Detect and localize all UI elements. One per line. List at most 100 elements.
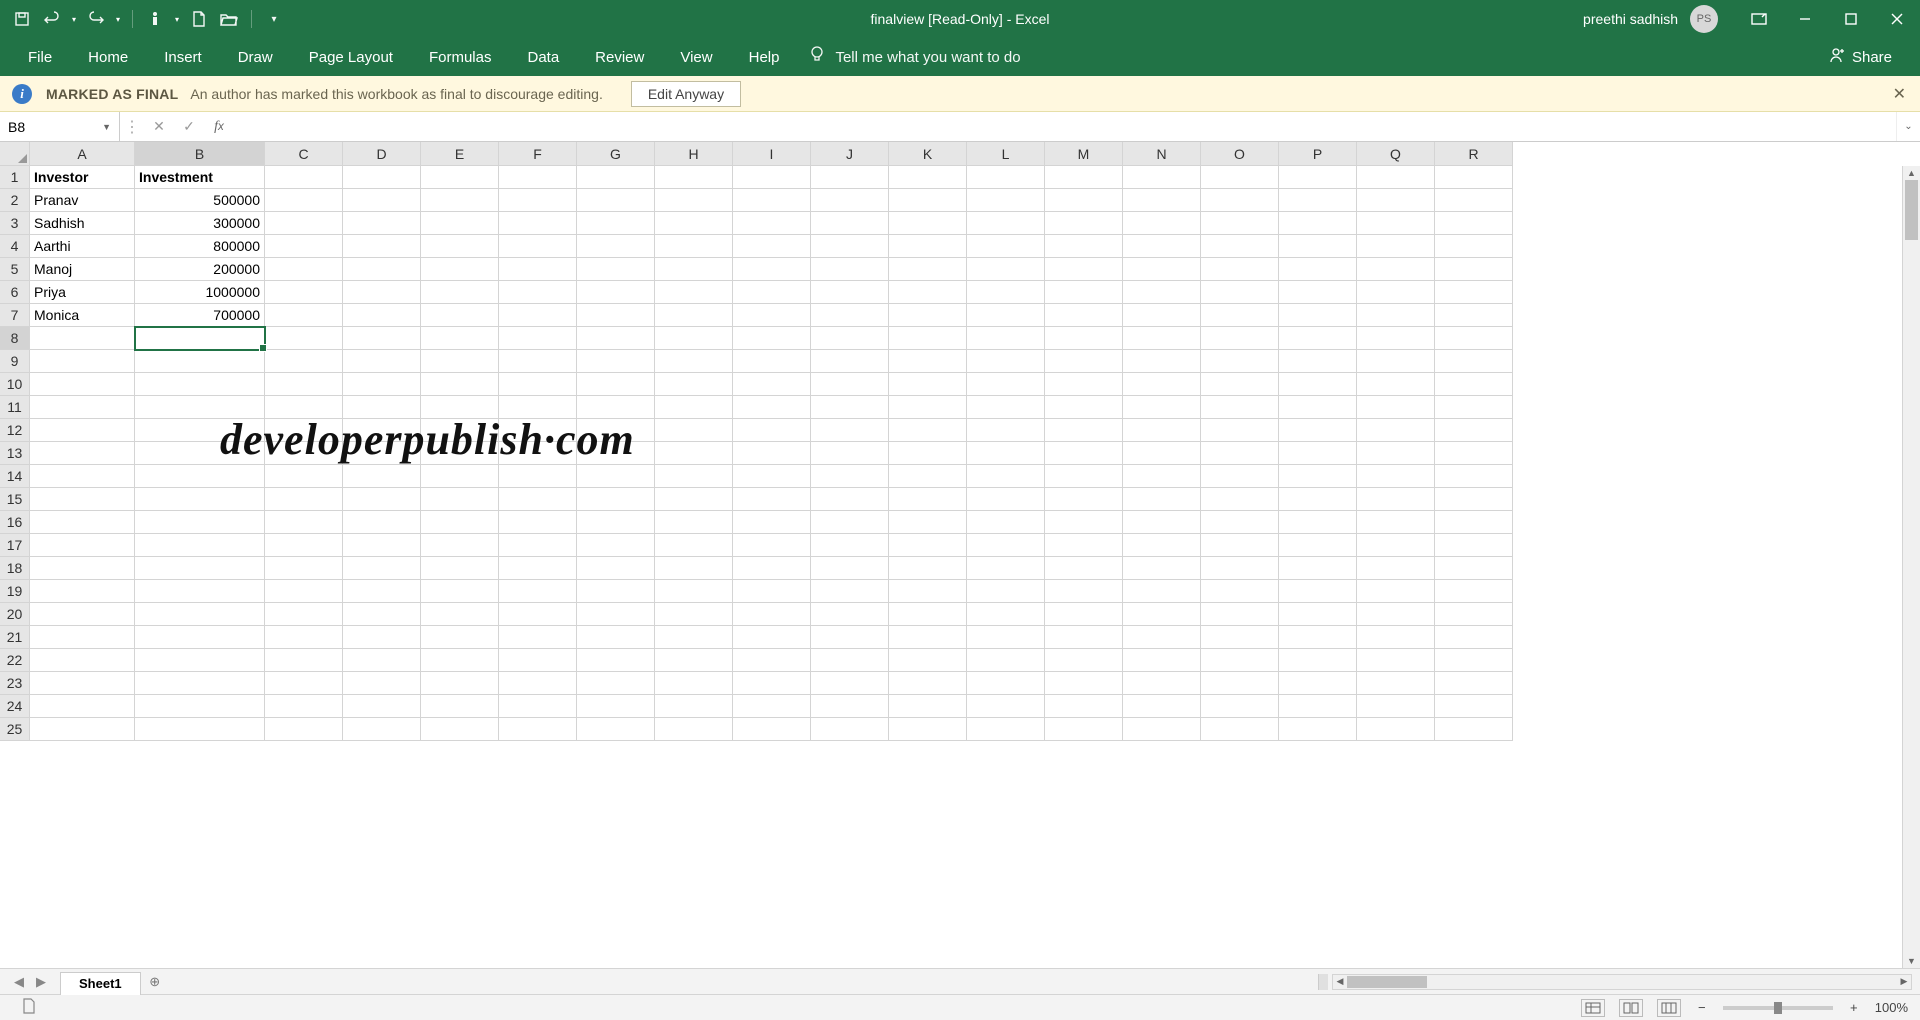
cell-I18[interactable] — [733, 557, 811, 580]
cell-A21[interactable] — [30, 626, 135, 649]
cell-A13[interactable] — [30, 442, 135, 465]
sheet-tab-active[interactable]: Sheet1 — [60, 972, 141, 995]
cell-L12[interactable] — [967, 419, 1045, 442]
redo-dropdown-icon[interactable]: ▾ — [116, 15, 120, 24]
cell-E8[interactable] — [421, 327, 499, 350]
cell-D13[interactable] — [343, 442, 421, 465]
column-header-D[interactable]: D — [343, 142, 421, 166]
cell-N1[interactable] — [1123, 166, 1201, 189]
cell-A6[interactable]: Priya — [30, 281, 135, 304]
touch-mode-icon[interactable] — [145, 9, 165, 29]
cell-A7[interactable]: Monica — [30, 304, 135, 327]
cell-B11[interactable] — [135, 396, 265, 419]
cell-E24[interactable] — [421, 695, 499, 718]
cell-K14[interactable] — [889, 465, 967, 488]
cell-L21[interactable] — [967, 626, 1045, 649]
cell-A19[interactable] — [30, 580, 135, 603]
cell-I12[interactable] — [733, 419, 811, 442]
cell-C16[interactable] — [265, 511, 343, 534]
cell-G4[interactable] — [577, 235, 655, 258]
hscroll-split[interactable] — [1318, 974, 1328, 990]
cell-K11[interactable] — [889, 396, 967, 419]
cell-C18[interactable] — [265, 557, 343, 580]
cell-N14[interactable] — [1123, 465, 1201, 488]
open-file-icon[interactable] — [219, 9, 239, 29]
tab-insert[interactable]: Insert — [146, 38, 220, 76]
cell-L25[interactable] — [967, 718, 1045, 741]
cell-G14[interactable] — [577, 465, 655, 488]
cell-R20[interactable] — [1435, 603, 1513, 626]
cell-F21[interactable] — [499, 626, 577, 649]
cell-C7[interactable] — [265, 304, 343, 327]
column-header-L[interactable]: L — [967, 142, 1045, 166]
hscroll-thumb[interactable] — [1347, 976, 1427, 988]
cell-B15[interactable] — [135, 488, 265, 511]
cell-K5[interactable] — [889, 258, 967, 281]
column-header-N[interactable]: N — [1123, 142, 1201, 166]
cell-R11[interactable] — [1435, 396, 1513, 419]
cell-E3[interactable] — [421, 212, 499, 235]
info-close-icon[interactable]: ✕ — [1893, 84, 1906, 104]
close-icon[interactable] — [1874, 0, 1920, 38]
cell-D2[interactable] — [343, 189, 421, 212]
cell-G8[interactable] — [577, 327, 655, 350]
cell-G18[interactable] — [577, 557, 655, 580]
cell-K20[interactable] — [889, 603, 967, 626]
cell-K6[interactable] — [889, 281, 967, 304]
cell-A17[interactable] — [30, 534, 135, 557]
cell-L19[interactable] — [967, 580, 1045, 603]
cell-Q8[interactable] — [1357, 327, 1435, 350]
cell-B7[interactable]: 700000 — [135, 304, 265, 327]
cell-C24[interactable] — [265, 695, 343, 718]
cell-B20[interactable] — [135, 603, 265, 626]
cell-J3[interactable] — [811, 212, 889, 235]
cell-F5[interactable] — [499, 258, 577, 281]
cell-L16[interactable] — [967, 511, 1045, 534]
cell-O6[interactable] — [1201, 281, 1279, 304]
cell-B23[interactable] — [135, 672, 265, 695]
cell-O9[interactable] — [1201, 350, 1279, 373]
cell-M19[interactable] — [1045, 580, 1123, 603]
cell-M6[interactable] — [1045, 281, 1123, 304]
cell-K25[interactable] — [889, 718, 967, 741]
cell-O20[interactable] — [1201, 603, 1279, 626]
cell-H10[interactable] — [655, 373, 733, 396]
cell-B6[interactable]: 1000000 — [135, 281, 265, 304]
cell-Q11[interactable] — [1357, 396, 1435, 419]
cell-D21[interactable] — [343, 626, 421, 649]
cell-O24[interactable] — [1201, 695, 1279, 718]
cell-M1[interactable] — [1045, 166, 1123, 189]
cell-J15[interactable] — [811, 488, 889, 511]
cell-O3[interactable] — [1201, 212, 1279, 235]
cell-E15[interactable] — [421, 488, 499, 511]
row-header-11[interactable]: 11 — [0, 396, 30, 419]
cell-E21[interactable] — [421, 626, 499, 649]
insert-function-icon[interactable]: fx — [204, 119, 234, 135]
cell-E10[interactable] — [421, 373, 499, 396]
cell-D23[interactable] — [343, 672, 421, 695]
cell-E13[interactable] — [421, 442, 499, 465]
cell-H24[interactable] — [655, 695, 733, 718]
cell-H8[interactable] — [655, 327, 733, 350]
cell-R10[interactable] — [1435, 373, 1513, 396]
cell-Q20[interactable] — [1357, 603, 1435, 626]
cell-C25[interactable] — [265, 718, 343, 741]
cell-L11[interactable] — [967, 396, 1045, 419]
cell-N2[interactable] — [1123, 189, 1201, 212]
cell-I24[interactable] — [733, 695, 811, 718]
cell-B16[interactable] — [135, 511, 265, 534]
maximize-icon[interactable] — [1828, 0, 1874, 38]
cell-F18[interactable] — [499, 557, 577, 580]
vertical-scrollbar[interactable]: ▲ ▼ — [1902, 166, 1920, 968]
cell-H3[interactable] — [655, 212, 733, 235]
scroll-down-icon[interactable]: ▼ — [1903, 954, 1920, 968]
row-header-1[interactable]: 1 — [0, 166, 30, 189]
cell-D8[interactable] — [343, 327, 421, 350]
cell-L18[interactable] — [967, 557, 1045, 580]
tab-formulas[interactable]: Formulas — [411, 38, 510, 76]
cell-Q3[interactable] — [1357, 212, 1435, 235]
cell-E6[interactable] — [421, 281, 499, 304]
column-header-I[interactable]: I — [733, 142, 811, 166]
cell-J7[interactable] — [811, 304, 889, 327]
row-header-4[interactable]: 4 — [0, 235, 30, 258]
